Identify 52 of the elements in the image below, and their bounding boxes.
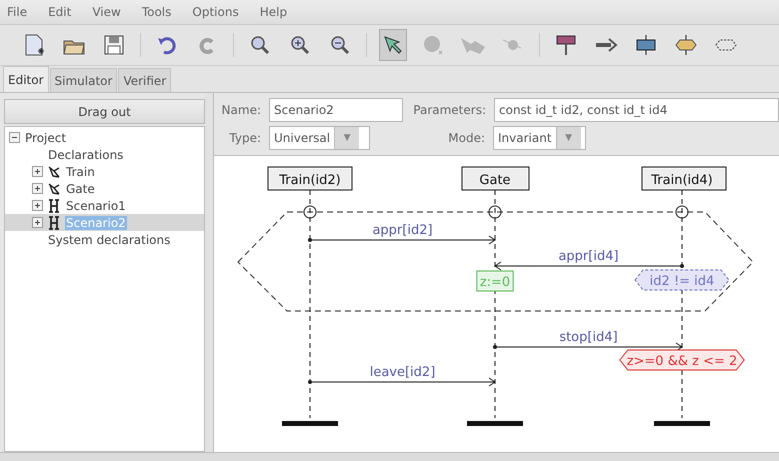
tab[interactable]: Simulator (50, 68, 118, 92)
message-arrow[interactable] (308, 236, 496, 244)
tree-item[interactable]: System declarations (47, 232, 172, 246)
drag-out-button[interactable]: Drag out (4, 99, 205, 124)
lifeline-end (654, 421, 710, 426)
hexagon-icon (673, 32, 699, 58)
menu-item[interactable]: Help (258, 5, 288, 19)
tree-item[interactable]: Scenario1 (65, 198, 127, 212)
field-label: Name: (220, 103, 262, 117)
name-field[interactable]: Scenario2 (269, 98, 403, 122)
menu-item[interactable]: Tools (140, 5, 172, 19)
automaton-icon (47, 182, 61, 196)
instance-box[interactable]: Train(id4) (642, 166, 726, 190)
splitter-handle[interactable] (0, 452, 779, 461)
lifeline-end (467, 421, 523, 426)
field-label: Type: (228, 131, 262, 145)
menu-item[interactable]: View (91, 5, 122, 19)
message-arrow[interactable] (494, 262, 684, 270)
instance-box[interactable]: Train(id2) (268, 166, 352, 190)
message-label: stop[id4] (559, 330, 618, 345)
menu-item[interactable]: Options (191, 5, 240, 19)
menu-item[interactable]: File (6, 5, 28, 19)
menu-item[interactable]: Edit (47, 5, 72, 19)
select-button[interactable] (379, 29, 407, 61)
invariant-label[interactable]: z>=0 && z <= 2 (619, 350, 745, 370)
dropdown[interactable]: Invariant ▼ (493, 126, 586, 150)
message-arrow[interactable] (493, 342, 683, 352)
dropdown[interactable]: Universal ▼ (269, 126, 370, 150)
tab[interactable]: Editor (3, 66, 49, 92)
collapse-toggle[interactable] (9, 132, 20, 143)
message-label: appr[id4] (558, 249, 619, 264)
tree-item[interactable]: Project (24, 130, 68, 144)
expand-toggle[interactable] (32, 200, 43, 211)
splitter-handle[interactable] (205, 93, 213, 452)
expand-toggle[interactable] (32, 183, 43, 194)
tab[interactable]: Verifier (118, 68, 172, 92)
field-label: Parameters: (412, 103, 487, 117)
automaton-icon (47, 164, 61, 178)
message-arrow[interactable] (308, 378, 496, 386)
tree-item[interactable]: Declarations (47, 148, 124, 162)
instance-box[interactable]: Gate (462, 166, 530, 190)
lifeline-end (282, 421, 338, 426)
expand-toggle[interactable] (32, 166, 43, 177)
parameters-field[interactable]: const id_t id2, const id_t id4 (494, 98, 779, 122)
tree-item[interactable]: Train (65, 164, 96, 178)
expand-toggle[interactable] (32, 217, 43, 228)
tree-item[interactable]: Gate (65, 182, 96, 196)
message-label: appr[id2] (372, 223, 433, 238)
scenario-icon (47, 216, 61, 230)
field-label: Mode: (447, 131, 486, 145)
scenario-icon (47, 198, 61, 212)
message-label: leave[id2] (370, 365, 436, 380)
